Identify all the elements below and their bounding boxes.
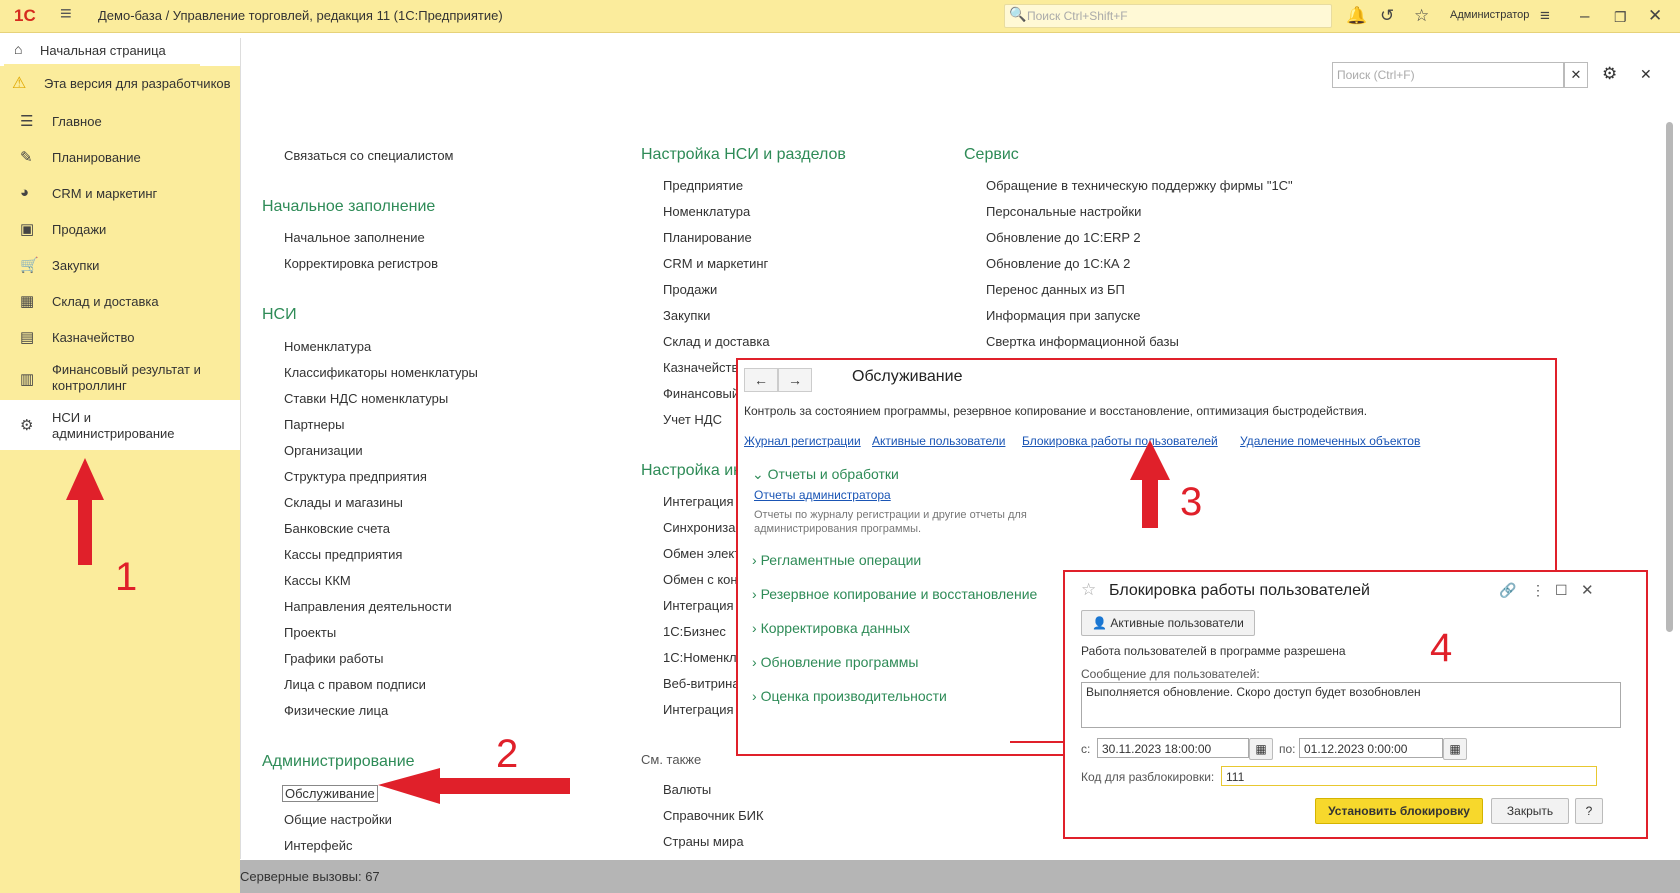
annotation-arrow-left-icon (378, 768, 570, 804)
annotation-arrow-up-icon (66, 458, 104, 565)
annotation-number: 4 (1430, 626, 1453, 670)
annotation-number: 1 (115, 555, 138, 599)
annotation-arrow-up-icon (1130, 440, 1170, 528)
annotation-number: 2 (496, 732, 519, 776)
annotation-number: 3 (1180, 480, 1203, 524)
annotation-arrows (66, 440, 1170, 804)
